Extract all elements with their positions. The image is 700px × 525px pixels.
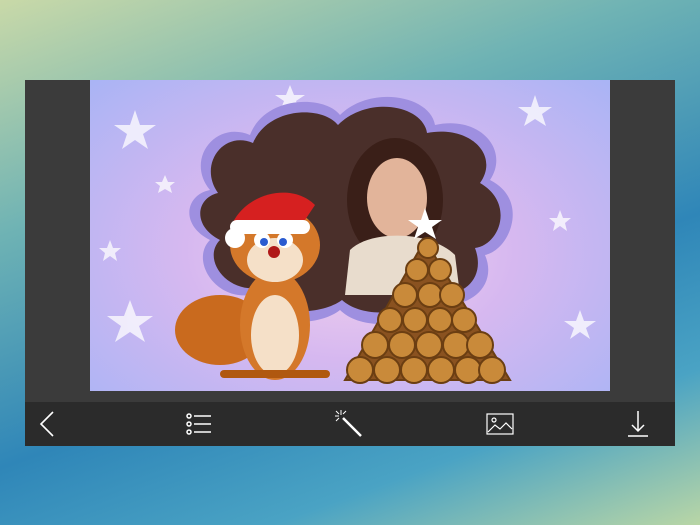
photo-frame-canvas[interactable] (90, 80, 610, 391)
back-button[interactable] (33, 408, 65, 440)
image-icon (486, 413, 514, 435)
chevron-left-icon (39, 411, 54, 437)
download-icon (628, 411, 648, 437)
list-icon (186, 413, 211, 435)
download-button[interactable] (622, 408, 654, 440)
magic-wand-icon (335, 410, 362, 437)
editor-panel (25, 80, 675, 446)
frames-list-button[interactable] (183, 408, 215, 440)
gallery-button[interactable] (484, 408, 516, 440)
frame-artwork (99, 85, 596, 384)
bottom-toolbar (25, 402, 675, 446)
effects-button[interactable] (333, 408, 365, 440)
